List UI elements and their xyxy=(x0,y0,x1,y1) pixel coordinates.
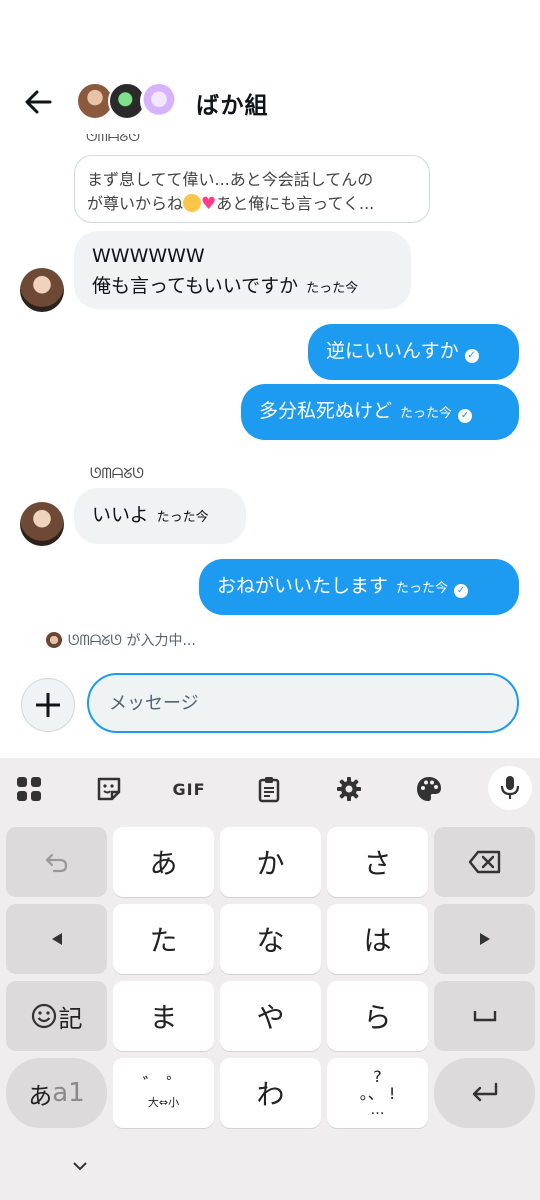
keyboard-toolbar: GIF xyxy=(0,758,540,820)
smiley-icon xyxy=(31,1003,56,1029)
message-text-row: 俺も言ってもいいですか たった今 xyxy=(92,271,393,304)
reply-quote-text: が尊いからね xyxy=(87,194,184,213)
reply-quote-text: あと俺にも言ってく... xyxy=(216,194,375,213)
mode-kana-label: あ xyxy=(28,1081,53,1110)
reply-quote-line: まず息してて偉い...あと今会話してんの xyxy=(87,170,374,189)
soft-keyboard: GIF あ か さ た な は 記 ま や ら あ a1 ゛ ゜ 大⇔小 わ ?… xyxy=(0,758,540,1200)
key-ta[interactable]: た xyxy=(113,904,214,974)
punct-label-bottom: … xyxy=(370,1102,385,1118)
message-time: たった今 xyxy=(396,581,449,596)
enter-key[interactable] xyxy=(434,1058,535,1128)
input-mode-key[interactable]: あ a1 xyxy=(6,1058,107,1128)
message-time: たった今 xyxy=(400,406,453,421)
gear-icon xyxy=(337,777,361,801)
key-wa[interactable]: わ xyxy=(220,1058,321,1128)
sender-name[interactable]: ᘎᗰᗩᘜᘎ xyxy=(90,466,144,482)
space-key[interactable] xyxy=(434,981,535,1051)
reply-quote-line: が尊いからね ♥あと俺にも言ってく... xyxy=(87,192,417,216)
key-ma[interactable]: ま xyxy=(113,981,214,1051)
message-bubble-incoming[interactable]: WWWWWW 俺も言ってもいいですか たった今 xyxy=(74,231,411,309)
message-list[interactable]: ᘎᗰᗩᘜᘎ まず息してて偉い...あと今会話してんの が尊いからね ♥あと俺にも言… xyxy=(0,130,540,660)
sent-check-icon: ✓ xyxy=(454,584,469,598)
emoji-symbol-key[interactable]: 記 xyxy=(6,981,107,1051)
apps-grid-button[interactable] xyxy=(8,768,50,810)
emoji-key-label: 記 xyxy=(58,1004,83,1033)
message-bubble-outgoing[interactable]: 逆にいいんすか ✓ xyxy=(308,324,519,380)
message-text: 多分私死ぬけど xyxy=(259,400,393,422)
key-ra[interactable]: ら xyxy=(327,981,428,1051)
key-na[interactable]: な xyxy=(220,904,321,974)
reply-quote[interactable]: まず息してて偉い...あと今会話してんの が尊いからね ♥あと俺にも言ってく... xyxy=(74,155,430,223)
chevron-down-icon xyxy=(73,1162,87,1171)
key-ha[interactable]: は xyxy=(327,904,428,974)
pleading-face-icon xyxy=(183,194,202,212)
cursor-left-key[interactable] xyxy=(6,904,107,974)
undo-key[interactable] xyxy=(6,827,107,897)
avatar xyxy=(46,632,62,648)
backspace-icon xyxy=(468,850,500,874)
back-button[interactable] xyxy=(22,86,54,118)
hide-keyboard-button[interactable] xyxy=(70,1156,90,1176)
group-name[interactable]: ばか組 xyxy=(196,86,268,120)
group-avatars[interactable] xyxy=(76,82,180,122)
gif-button[interactable]: GIF xyxy=(168,768,210,810)
return-icon xyxy=(472,1082,497,1102)
theme-button[interactable] xyxy=(408,768,450,810)
key-ka[interactable]: か xyxy=(220,827,321,897)
add-media-button[interactable] xyxy=(21,678,75,732)
avatar[interactable] xyxy=(20,268,64,312)
sent-check-icon: ✓ xyxy=(458,409,473,423)
triangle-right-icon xyxy=(479,933,490,945)
avatar xyxy=(140,82,178,120)
message-time: たった今 xyxy=(306,281,359,296)
mic-icon xyxy=(500,776,520,799)
punct-label-mid: 。、 ! xyxy=(359,1084,396,1103)
message-text: いいよ xyxy=(92,504,149,526)
dakuten-key[interactable]: ゛ ゜ 大⇔小 xyxy=(113,1058,214,1128)
key-sa[interactable]: さ xyxy=(327,827,428,897)
two-hearts-icon: ♥ xyxy=(201,194,217,214)
typing-text: ᘎᗰᗩᘜᘎ が入力中... xyxy=(68,633,196,649)
message-bubble-outgoing[interactable]: 多分私死ぬけど たった今 ✓ xyxy=(241,384,519,440)
triangle-left-icon xyxy=(51,933,62,945)
undo-icon xyxy=(45,853,67,873)
message-bubble-outgoing[interactable]: おねがいいたします たった今 ✓ xyxy=(199,559,519,615)
space-icon xyxy=(473,1011,496,1022)
palette-icon xyxy=(417,777,441,801)
size-toggle-label: 大⇔小 xyxy=(147,1096,180,1109)
settings-button[interactable] xyxy=(328,768,370,810)
voice-input-button[interactable] xyxy=(488,766,532,810)
sent-check-icon: ✓ xyxy=(464,349,479,363)
mode-alnum-label: a1 xyxy=(52,1078,85,1108)
arrow-left-icon xyxy=(25,90,52,114)
message-text: WWWWWW xyxy=(92,245,205,267)
sticker-icon xyxy=(97,777,121,801)
clipboard-icon xyxy=(258,777,280,803)
sender-name-clipped: ᘎᗰᗩᘜᘎ xyxy=(86,134,141,144)
backspace-key[interactable] xyxy=(434,827,535,897)
key-ya[interactable]: や xyxy=(220,981,321,1051)
cursor-right-key[interactable] xyxy=(434,904,535,974)
message-text: 逆にいいんすか xyxy=(326,340,459,362)
avatar[interactable] xyxy=(20,502,64,546)
sticker-button[interactable] xyxy=(88,768,130,810)
message-time: たった今 xyxy=(156,510,209,525)
message-text: 俺も言ってもいいですか xyxy=(92,275,299,297)
message-bubble-incoming[interactable]: いいよ たった今 xyxy=(74,488,246,544)
key-a[interactable]: あ xyxy=(113,827,214,897)
message-text: おねがいいたします xyxy=(217,575,389,597)
punctuation-key[interactable]: ? 。、 ! … xyxy=(327,1058,428,1128)
punct-label-top: ? xyxy=(373,1067,382,1086)
dakuten-label: ゛ ゜ xyxy=(142,1075,185,1096)
apps-grid-icon xyxy=(17,777,41,801)
typing-indicator: ᘎᗰᗩᘜᘎ が入力中... xyxy=(46,630,196,650)
message-input[interactable] xyxy=(87,673,519,733)
clipboard-button[interactable] xyxy=(248,768,290,810)
gif-icon: GIF xyxy=(172,779,206,799)
